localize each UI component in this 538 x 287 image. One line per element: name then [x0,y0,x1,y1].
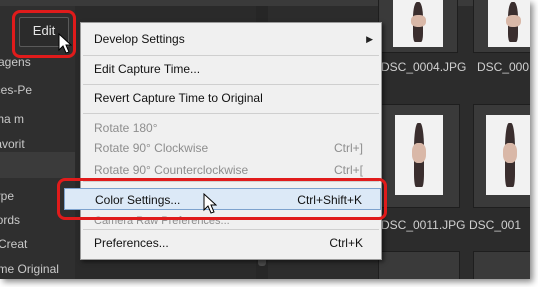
thumbnail[interactable] [378,0,458,53]
thumbnail[interactable] [473,251,530,279]
sidebar-item[interactable]: inha m [0,112,75,126]
mouse-pointer-icon [203,193,217,214]
menu-divider [83,84,379,85]
filter-item[interactable]: e Creat [0,237,75,251]
thumbnail[interactable] [473,0,530,53]
thumbnail-caption: DSC_000 [477,60,530,74]
photo-image [395,115,443,195]
photo-image [486,115,530,195]
menu-item-revert-capture-time[interactable]: Revert Capture Time to Original [81,87,381,109]
bridge-window: magens aces-Pe inha m Favorit r Type wor… [0,0,530,279]
thumbnail-caption: DSC_0004.JPG [381,60,467,74]
filter-item[interactable]: Time Original [0,262,75,276]
thumbnail-caption: DSC_0011.JPG [381,218,466,232]
menu-item-rotate-180[interactable]: Rotate 180° [81,117,381,139]
menu-divider [83,113,379,114]
menu-item-preferences[interactable]: Preferences... Ctrl+K [81,232,381,254]
thumbnail[interactable] [378,104,460,208]
submenu-arrow-icon: ▶ [366,34,373,44]
color-settings-highlight-callout [57,178,387,220]
photo-image [393,0,443,47]
thumbnail[interactable] [473,104,530,208]
menu-item-rotate-clockwise[interactable]: Rotate 90° Clockwise Ctrl+] [81,137,381,159]
mouse-pointer-icon [58,33,72,54]
sidebar-item[interactable]: aces-Pe [0,83,75,97]
thumbnail[interactable] [378,251,460,279]
edit-dropdown-menu: Develop Settings ▶ Edit Capture Time... … [64,22,382,260]
sidebar-item[interactable]: Favorit [0,137,75,151]
menu-divider [83,229,379,230]
menu-item-develop-settings[interactable]: Develop Settings ▶ [81,28,381,50]
photo-image [488,0,530,47]
sidebar-section-label: r [0,160,75,174]
menu-divider [83,55,379,56]
menu-item-edit-capture-time[interactable]: Edit Capture Time... [81,58,381,80]
thumbnail-caption: DSC_001 [469,218,522,232]
